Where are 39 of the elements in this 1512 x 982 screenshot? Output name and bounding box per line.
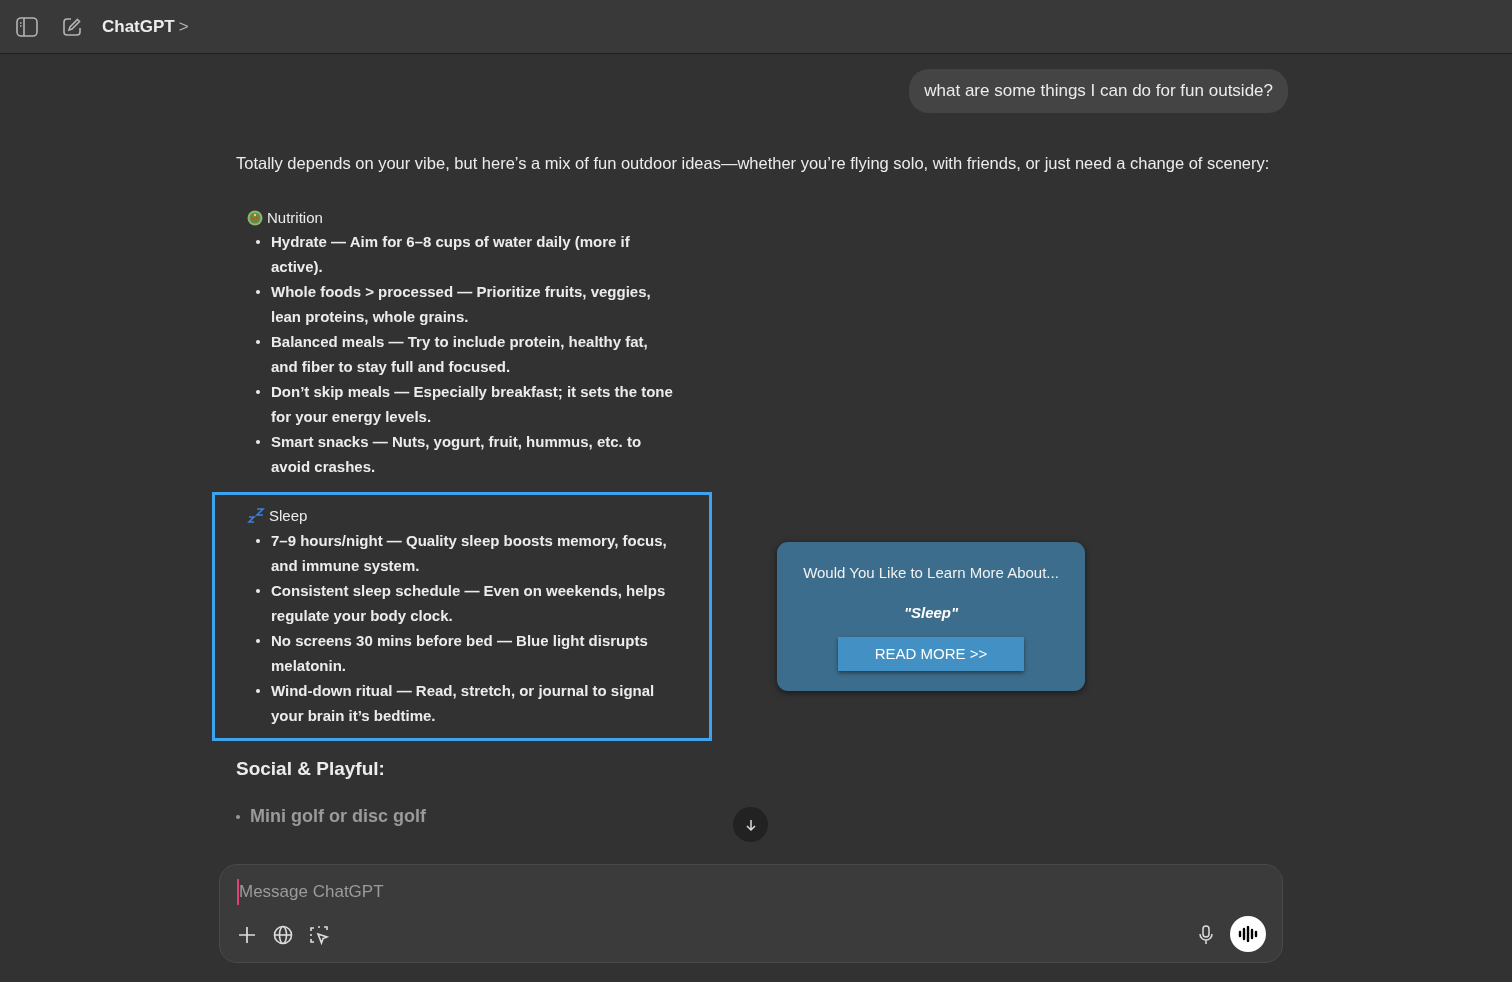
list-item: Consistent sleep schedule — Even on weekends, helps regulate your body clock. bbox=[271, 581, 666, 624]
list-item: Whole foods > processed — Prioritize fruits, veggies, lean proteins, whole grains. bbox=[271, 283, 651, 325]
list-item: Mini golf or disc golf bbox=[250, 805, 426, 828]
section-heading: Sleep bbox=[269, 506, 308, 526]
section-heading: Social & Playful: bbox=[236, 756, 386, 781]
sleep-zzz-icon bbox=[247, 508, 265, 525]
list-item: Balanced meals — Try to include protein, healthy fat, and fiber to stay full and focused. bbox=[271, 333, 648, 375]
model-selector[interactable]: ChatGPT > bbox=[102, 13, 189, 40]
bullet-dot bbox=[256, 390, 260, 394]
bullet-dot bbox=[256, 240, 260, 244]
bullet-dot bbox=[256, 290, 260, 294]
scroll-down-button[interactable] bbox=[733, 807, 768, 842]
sidebar-toggle-icon[interactable] bbox=[16, 16, 38, 37]
sound-wave-icon bbox=[1238, 926, 1258, 942]
bullet-dot bbox=[256, 688, 260, 693]
user-message: what are some things I can do for fun outside? bbox=[909, 69, 1288, 113]
bullet-dot bbox=[256, 440, 260, 444]
new-chat-icon[interactable] bbox=[62, 16, 82, 37]
list-item: Wind-down ritual — Read, stretch, or journal to signal your brain it’s bedtime. bbox=[271, 681, 655, 724]
response-intro: Totally depends on your vibe, but here’s a mix of fun outdoor ideas—whether you’re flying solo, with friends, or just need a change of scenery: bbox=[236, 152, 1271, 174]
list-item: Don’t skip meals — Especially breakfast; it sets the tone for your energy levels. bbox=[271, 383, 673, 425]
list-item: Smart snacks — Nuts, yogurt, fruit, hummus, etc. to avoid crashes. bbox=[271, 433, 642, 475]
list-item: No screens 30 mins before bed — Blue light disrupts melatonin. bbox=[271, 631, 648, 674]
voice-mode-button[interactable] bbox=[1230, 916, 1266, 952]
message-input[interactable]: Message ChatGPT bbox=[237, 879, 1266, 905]
message-composer[interactable]: Message ChatGPT bbox=[219, 864, 1283, 963]
bullet-dot bbox=[256, 340, 260, 344]
list-item: 7–9 hours/night — Quality sleep boosts memory, focus, and immune system. bbox=[271, 531, 667, 574]
microphone-icon[interactable] bbox=[1198, 922, 1214, 946]
promo-topic: "Sleep" bbox=[902, 603, 960, 624]
bullet-dot bbox=[256, 588, 260, 593]
salad-bowl-icon bbox=[247, 209, 263, 226]
section-heading: Nutrition bbox=[267, 207, 323, 228]
arrow-down-icon bbox=[743, 817, 758, 832]
bullet-dot bbox=[256, 538, 260, 543]
bullet-dot bbox=[256, 638, 260, 643]
promo-question: Would You Like to Learn More About... bbox=[802, 562, 1060, 583]
list-item: Hydrate — Aim for 6–8 cups of water daily (more if active). bbox=[271, 233, 630, 275]
bullet-dot bbox=[236, 814, 240, 819]
